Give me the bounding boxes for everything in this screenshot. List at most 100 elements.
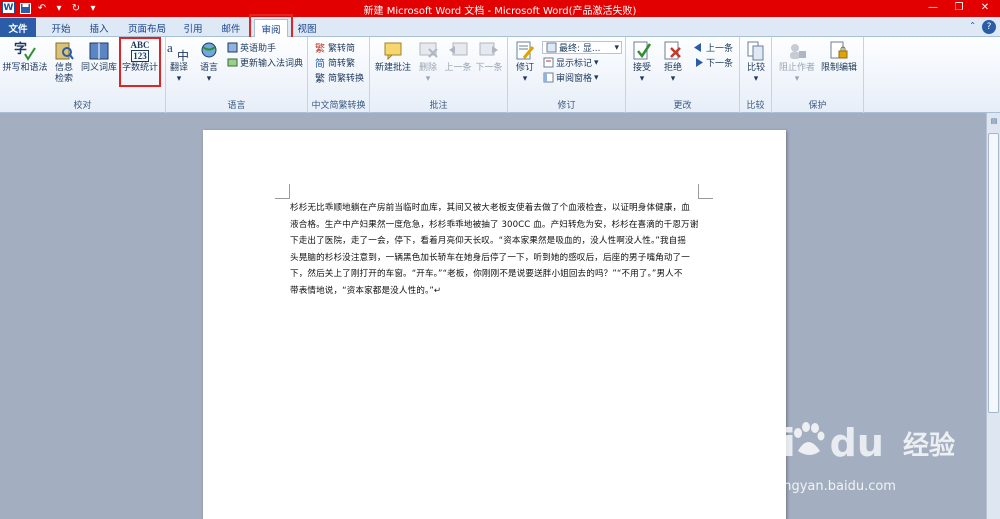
spelling-label: 拼写和语法: [2, 63, 48, 73]
vertical-scrollbar[interactable]: ▤: [986, 113, 1000, 519]
close-button[interactable]: ✕: [974, 1, 996, 14]
document-line: 带表情地说，“资本家都是没人性的。”↵: [290, 285, 442, 296]
display-for-review-select[interactable]: 最终: 显... ▾: [542, 41, 622, 54]
conversion-icon: 繁: [314, 72, 326, 83]
proofing-group-label: 校对: [73, 101, 92, 111]
ribbon: 字 拼写和语法 信息 检索 同义词库 ABC 123 字数统计 校对 a 中 翻…: [0, 37, 1000, 113]
changes-group-label: 更改: [673, 101, 692, 111]
to-simplified-label: 繁转简: [328, 44, 356, 54]
display-for-review-value: 最终: 显...: [559, 44, 601, 54]
previous-change-button[interactable]: 上一条: [692, 41, 733, 54]
show-markup-button[interactable]: 显示标记 ▾: [542, 56, 599, 69]
delete-comment-button[interactable]: 删除 ▾: [415, 39, 441, 85]
tab-file[interactable]: 文件: [0, 18, 36, 37]
restrict-editing-icon: [826, 39, 852, 63]
accept-label: 接受: [632, 63, 651, 73]
compare-group-label: 比较: [746, 101, 765, 111]
language-group-label: 语言: [227, 101, 246, 111]
accept-dropdown-icon: ▾: [639, 74, 645, 84]
document-page[interactable]: 杉杉无比乖顺地躺在产房前当临时血库，其间又被大老板支使着去做了个血液检查，以证明…: [203, 130, 786, 519]
watermark-logo-du: du: [829, 421, 884, 465]
next-change-button[interactable]: 下一条: [692, 56, 733, 69]
to-simplified-button[interactable]: 繁 繁转简: [314, 41, 356, 54]
to-traditional-button[interactable]: 简 简转繁: [314, 56, 356, 69]
ruler-toggle-icon[interactable]: ▤: [988, 115, 1000, 127]
reviewing-pane-dropdown-icon: ▾: [594, 72, 599, 83]
chinese-conversion-group-label: 中文简繁转换: [311, 101, 366, 111]
accept-icon: [629, 39, 655, 63]
block-authors-label: 阻止作者: [778, 63, 815, 73]
svg-text:中: 中: [177, 48, 189, 62]
group-comments: 新建批注 删除 ▾ 上一条 下一条 批注: [370, 37, 508, 113]
show-markup-label: 显示标记: [556, 59, 593, 69]
display-review-icon: [545, 42, 557, 53]
svg-text:繁: 繁: [315, 72, 325, 83]
restore-button[interactable]: ❐: [948, 1, 970, 14]
reviewing-pane-button[interactable]: 审阅窗格 ▾: [542, 71, 599, 84]
document-line: 液合格。生产中产妇果然一度危急，杉杉乖乖地被抽了 300CC 血。产妇转危为安，…: [290, 219, 699, 230]
translate-icon: a中: [166, 39, 192, 63]
update-ime-button[interactable]: 更新输入法词典: [226, 56, 303, 69]
tab-view[interactable]: 视图: [292, 19, 322, 37]
help-icon[interactable]: ?: [982, 20, 996, 34]
language-dropdown-icon: ▾: [206, 74, 212, 84]
highlight-word-count: [119, 37, 161, 87]
track-changes-button[interactable]: 修订 ▾: [512, 39, 538, 85]
next-comment-button[interactable]: 下一条: [474, 39, 504, 74]
watermark-brand-cn: 经验: [903, 431, 956, 461]
to-traditional-icon: 简: [314, 57, 326, 68]
to-simplified-icon: 繁: [314, 42, 326, 53]
spelling-grammar-button[interactable]: 字 拼写和语法: [2, 39, 48, 74]
english-assistant-button[interactable]: 英语助手: [226, 41, 276, 54]
crop-mark-left-v: [289, 184, 290, 198]
language-button[interactable]: 语言 ▾: [196, 39, 222, 85]
svg-text:a: a: [167, 40, 173, 55]
ribbon-minimize-icon[interactable]: ⌃: [969, 21, 976, 30]
ribbon-tabs: 文件 开始 插入 页面布局 引用 邮件 审阅 视图 ⌃ ?: [0, 17, 1000, 37]
tab-mailings[interactable]: 邮件: [214, 19, 248, 37]
research-button[interactable]: 信息 检索: [50, 39, 78, 85]
english-assistant-icon: [226, 42, 238, 53]
compare-icon: [743, 39, 769, 63]
baidu-paw-icon: [794, 422, 825, 455]
window-title: 新建 Microsoft Word 文档 - Microsoft Word(产品…: [363, 6, 637, 17]
reject-button[interactable]: 拒绝 ▾: [659, 39, 687, 85]
reviewing-pane-label: 审阅窗格: [556, 74, 593, 84]
accept-button[interactable]: 接受 ▾: [628, 39, 656, 85]
new-comment-label: 新建批注: [374, 63, 411, 73]
research-book-icon: [51, 39, 77, 63]
thesaurus-button[interactable]: 同义词库: [80, 39, 118, 74]
previous-comment-label: 上一条: [444, 63, 472, 73]
watermark-logo-bai: Bai: [728, 421, 796, 465]
document-body[interactable]: 杉杉无比乖顺地躺在产房前当临时血库，其间又被大老板支使着去做了个血液检查，以证明…: [290, 200, 700, 299]
tab-home[interactable]: 开始: [44, 19, 78, 37]
scrollbar-thumb[interactable]: [988, 133, 999, 413]
previous-change-icon: [692, 42, 704, 53]
tab-insert[interactable]: 插入: [82, 19, 116, 37]
document-line: 下走出了医院，走了一会，停下，看着月亮仰天长叹。“资本家果然是吸血的，没人性啊没…: [290, 236, 687, 246]
language-label: 语言: [199, 63, 218, 73]
compare-label: 比较: [746, 63, 765, 73]
group-chinese-conversion: 繁 繁转简 简 简转繁 繁 简繁转换 中文简繁转换: [308, 37, 370, 113]
conversion-button[interactable]: 繁 简繁转换: [314, 71, 365, 84]
compare-button[interactable]: 比较 ▾: [742, 39, 770, 85]
next-change-label: 下一条: [706, 59, 734, 69]
next-comment-icon: [476, 39, 502, 63]
block-authors-button[interactable]: 阻止作者 ▾: [776, 39, 818, 85]
restrict-editing-button[interactable]: 限制编辑: [818, 39, 860, 74]
svg-text:繁: 繁: [315, 42, 325, 53]
svg-text:简: 简: [315, 57, 325, 68]
minimize-button[interactable]: —: [922, 1, 944, 14]
tab-page-layout[interactable]: 页面布局: [122, 19, 172, 37]
show-markup-dropdown-icon: ▾: [594, 57, 599, 68]
next-change-icon: [692, 57, 704, 68]
new-comment-button[interactable]: 新建批注: [373, 39, 413, 74]
previous-comment-button[interactable]: 上一条: [443, 39, 473, 74]
tab-references[interactable]: 引用: [176, 19, 210, 37]
display-review-dropdown-icon: ▾: [614, 42, 619, 53]
title-bar: W ↶ ▾ ↻ ▾ 新建 Microsoft Word 文档 - Microso…: [0, 0, 1000, 17]
track-changes-dropdown-icon: ▾: [522, 74, 528, 84]
tracking-group-label: 修订: [557, 101, 576, 111]
translate-button[interactable]: a中 翻译 ▾: [166, 39, 192, 85]
track-changes-label: 修订: [515, 63, 534, 73]
